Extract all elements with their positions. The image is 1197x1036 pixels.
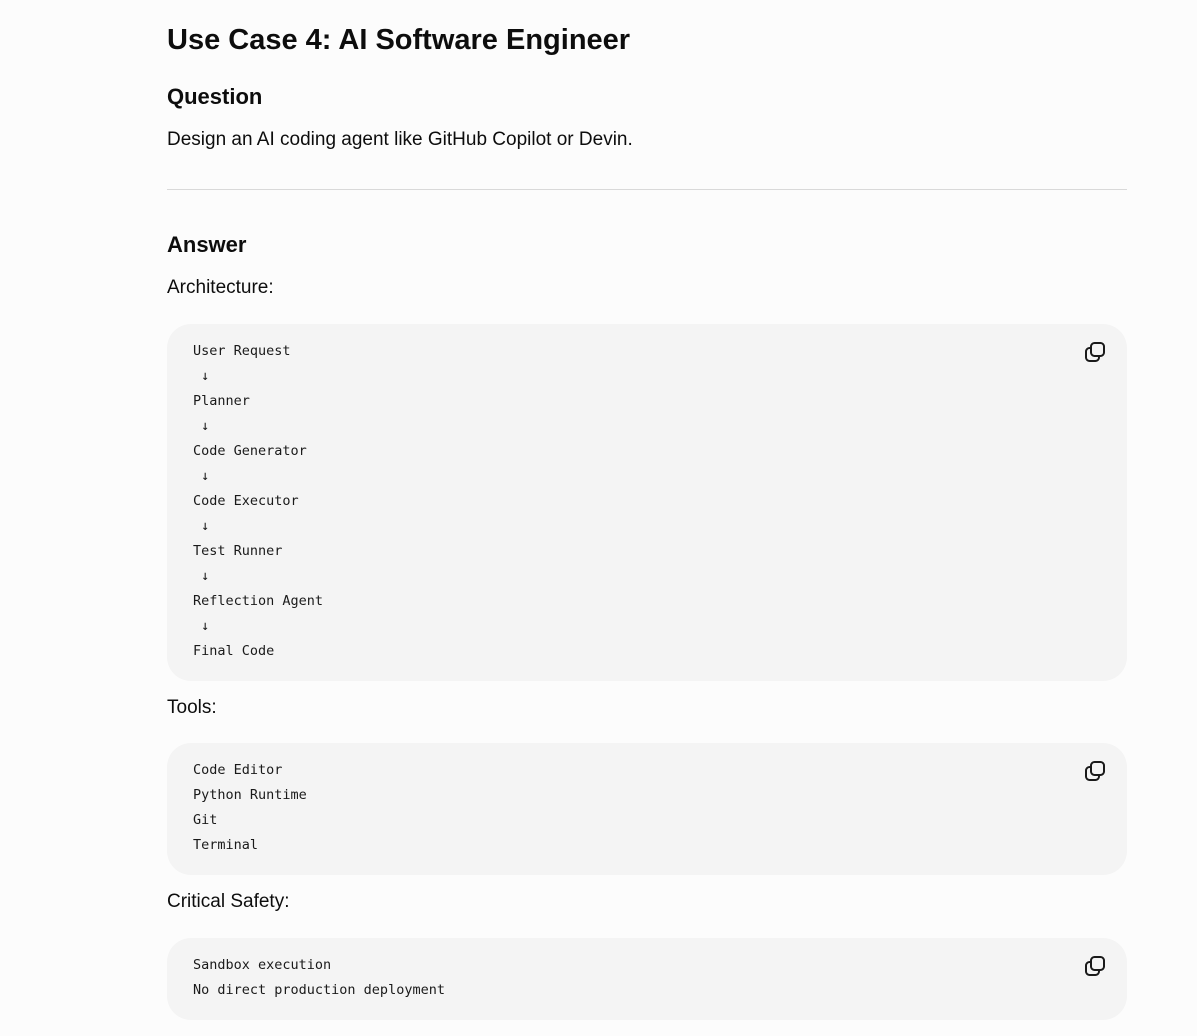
tools-code: Code Editor Python Runtime Git Terminal bbox=[193, 762, 307, 853]
question-heading: Question bbox=[167, 84, 263, 109]
architecture-code-block: User Request ↓ Planner ↓ Code Generator … bbox=[167, 324, 1127, 681]
copy-icon bbox=[1085, 761, 1105, 781]
answer-heading: Answer bbox=[167, 232, 247, 257]
question-text: Design an AI coding agent like GitHub Co… bbox=[167, 129, 633, 150]
architecture-code: User Request ↓ Planner ↓ Code Generator … bbox=[193, 343, 324, 659]
copy-button[interactable] bbox=[1084, 760, 1106, 782]
architecture-label: Architecture: bbox=[167, 277, 274, 298]
copy-button[interactable] bbox=[1084, 955, 1106, 977]
safety-code: Sandbox execution No direct production d… bbox=[193, 957, 445, 998]
page-title: Use Case 4: AI Software Engineer bbox=[167, 24, 631, 56]
tools-code-block: Code Editor Python Runtime Git Terminal bbox=[167, 743, 1127, 875]
copy-icon bbox=[1085, 342, 1105, 362]
section-divider bbox=[167, 189, 1127, 190]
tools-label: Tools: bbox=[167, 697, 217, 718]
safety-label: Critical Safety: bbox=[167, 891, 290, 912]
safety-code-block: Sandbox execution No direct production d… bbox=[167, 938, 1127, 1020]
copy-icon bbox=[1085, 956, 1105, 976]
copy-button[interactable] bbox=[1084, 341, 1106, 363]
